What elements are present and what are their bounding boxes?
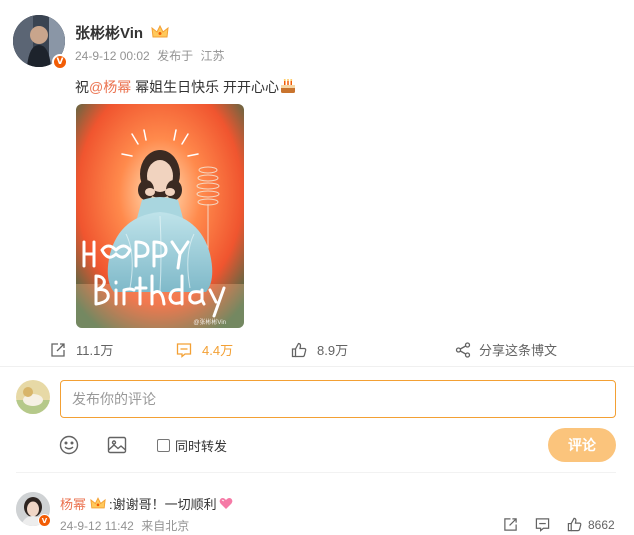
share-icon xyxy=(455,341,471,358)
image-watermark: @张彬彬Vin xyxy=(193,318,226,326)
commenter-name[interactable]: 杨幂 xyxy=(60,494,86,513)
verified-badge: V xyxy=(52,54,68,70)
post-image[interactable]: @张彬彬Vin xyxy=(76,104,244,328)
comment-icon xyxy=(535,518,550,532)
crown-icon xyxy=(90,497,106,509)
author-name[interactable]: 张彬彬Vin xyxy=(75,22,169,43)
post-text-after: 幂姐生日快乐 开开心心 xyxy=(131,79,279,95)
share-label: 分享这条博文 xyxy=(479,343,558,358)
author-name-text[interactable]: 张彬彬Vin xyxy=(75,25,143,42)
verified-badge: V xyxy=(38,514,51,527)
comment-reply-button[interactable] xyxy=(535,517,550,532)
divider xyxy=(16,472,616,473)
share-button[interactable]: 分享这条博文 xyxy=(455,340,557,359)
comment-icon xyxy=(176,342,192,358)
submit-comment-button[interactable]: 评论 xyxy=(548,428,616,462)
like-icon xyxy=(291,342,307,357)
comment-count: 4.4万 xyxy=(202,343,234,358)
also-repost-label[interactable]: 同时转发 xyxy=(175,436,227,455)
post-text: 祝@杨幂 幂姐生日快乐 开开心心 xyxy=(75,77,297,97)
comment-input[interactable] xyxy=(60,380,616,418)
post-location: 江苏 xyxy=(200,49,225,63)
post-date[interactable]: 24-9-12 00:02 xyxy=(75,49,150,63)
my-avatar[interactable] xyxy=(16,380,50,414)
repost-button[interactable]: 11.1万 xyxy=(50,340,113,359)
repost-icon xyxy=(51,342,65,357)
crown-icon xyxy=(151,25,169,38)
comment-repost-button[interactable] xyxy=(503,517,518,532)
comment-meta: 24-9-12 11:42 来自北京 xyxy=(60,517,193,534)
post-source-prefix: 发布于 xyxy=(157,49,194,63)
post-text-before: 祝 xyxy=(75,79,89,95)
repost-count: 11.1万 xyxy=(76,343,114,358)
comment-like-count: 8662 xyxy=(588,517,615,532)
cake-emoji-icon xyxy=(281,79,295,93)
also-repost-checkbox[interactable]: 同时转发 xyxy=(157,436,227,455)
heart-emoji-icon xyxy=(219,498,233,509)
comment-like-button[interactable]: 8662 xyxy=(567,517,615,532)
post-meta: 24-9-12 00:02 发布于 江苏 xyxy=(75,47,228,64)
mention-link[interactable]: @杨幂 xyxy=(89,79,131,95)
checkbox-box[interactable] xyxy=(157,439,170,452)
like-count: 8.9万 xyxy=(317,343,349,358)
comment-source: 来自北京 xyxy=(141,519,190,533)
repost-icon xyxy=(504,518,517,531)
comment-button[interactable]: 4.4万 xyxy=(176,340,233,359)
emoji-icon[interactable] xyxy=(59,435,79,455)
comment-text: :谢谢哥！一切顺利 xyxy=(109,497,217,512)
like-button[interactable]: 8.9万 xyxy=(291,340,348,359)
image-icon[interactable] xyxy=(107,435,127,455)
comment-date: 24-9-12 11:42 xyxy=(60,519,134,533)
comment-body: 杨幂 :谢谢哥！一切顺利 xyxy=(60,494,233,513)
divider xyxy=(0,366,634,367)
like-icon xyxy=(567,517,582,532)
